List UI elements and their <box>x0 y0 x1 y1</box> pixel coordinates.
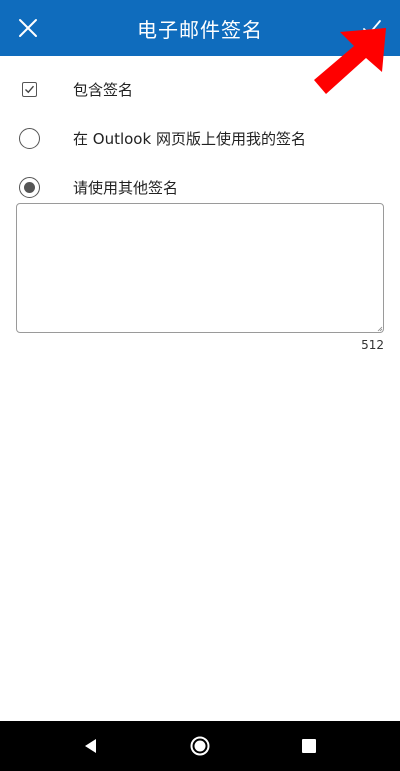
check-icon <box>24 85 34 93</box>
use-owa-signature-option[interactable]: 在 Outlook 网页版上使用我的签名 <box>0 118 400 158</box>
remaining-chars-counter: 512 <box>361 338 384 352</box>
nav-back-button[interactable] <box>79 734 103 758</box>
use-owa-signature-radio[interactable] <box>18 127 40 149</box>
page-title: 电子邮件签名 <box>137 17 263 42</box>
home-circle-icon <box>190 736 210 756</box>
use-owa-signature-label: 在 Outlook 网页版上使用我的签名 <box>73 129 306 148</box>
confirm-button[interactable] <box>354 10 390 46</box>
app-header: 电子邮件签名 <box>0 0 400 56</box>
nav-recents-button[interactable] <box>297 734 321 758</box>
signature-settings-screen: 电子邮件签名 包含签名 在 Outlook 网页版上使用我的签名 请使用其他签名… <box>0 0 400 771</box>
recents-square-icon <box>302 739 316 753</box>
resize-grip-icon[interactable] <box>377 326 383 332</box>
include-signature-option[interactable]: 包含签名 <box>0 69 400 109</box>
signature-textarea[interactable] <box>16 203 384 333</box>
checkmark-icon <box>363 20 381 35</box>
use-other-signature-radio[interactable] <box>18 176 40 198</box>
use-other-signature-option[interactable]: 请使用其他签名 <box>0 167 400 207</box>
include-signature-label: 包含签名 <box>73 80 134 99</box>
back-triangle-icon <box>85 739 96 753</box>
use-other-signature-label: 请使用其他签名 <box>73 178 179 197</box>
include-signature-checkbox[interactable] <box>18 78 40 100</box>
nav-home-button[interactable] <box>188 734 212 758</box>
system-nav-bar <box>0 721 400 771</box>
